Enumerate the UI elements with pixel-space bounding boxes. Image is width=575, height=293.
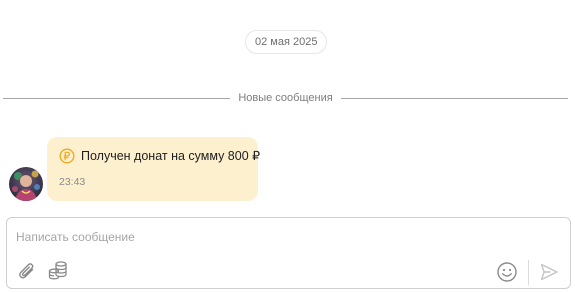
message-input[interactable] xyxy=(16,227,536,247)
avatar[interactable] xyxy=(9,167,43,201)
composer-separator xyxy=(528,260,529,285)
message-text: Получен донат на сумму 800 ₽ xyxy=(81,149,261,163)
divider-line-right xyxy=(340,97,568,99)
date-separator: 02 мая 2025 xyxy=(245,30,328,54)
divider-line-left xyxy=(3,97,231,99)
message-time: 23:43 xyxy=(59,176,86,188)
new-messages-divider: Новые сообщения xyxy=(3,90,568,106)
new-messages-label: Новые сообщения xyxy=(238,92,333,104)
paperclip-icon[interactable] xyxy=(16,260,38,282)
message-composer xyxy=(6,217,571,289)
smiley-icon[interactable] xyxy=(496,261,518,283)
donation-message-bubble: Получен донат на сумму 800 ₽ 23:43 xyxy=(47,137,261,201)
coins-icon[interactable] xyxy=(47,259,69,281)
chat-window: 02 мая 2025 Новые сообщения Получен дона… xyxy=(0,0,575,293)
coin-ruble-icon xyxy=(59,148,75,164)
send-icon[interactable] xyxy=(538,261,560,283)
